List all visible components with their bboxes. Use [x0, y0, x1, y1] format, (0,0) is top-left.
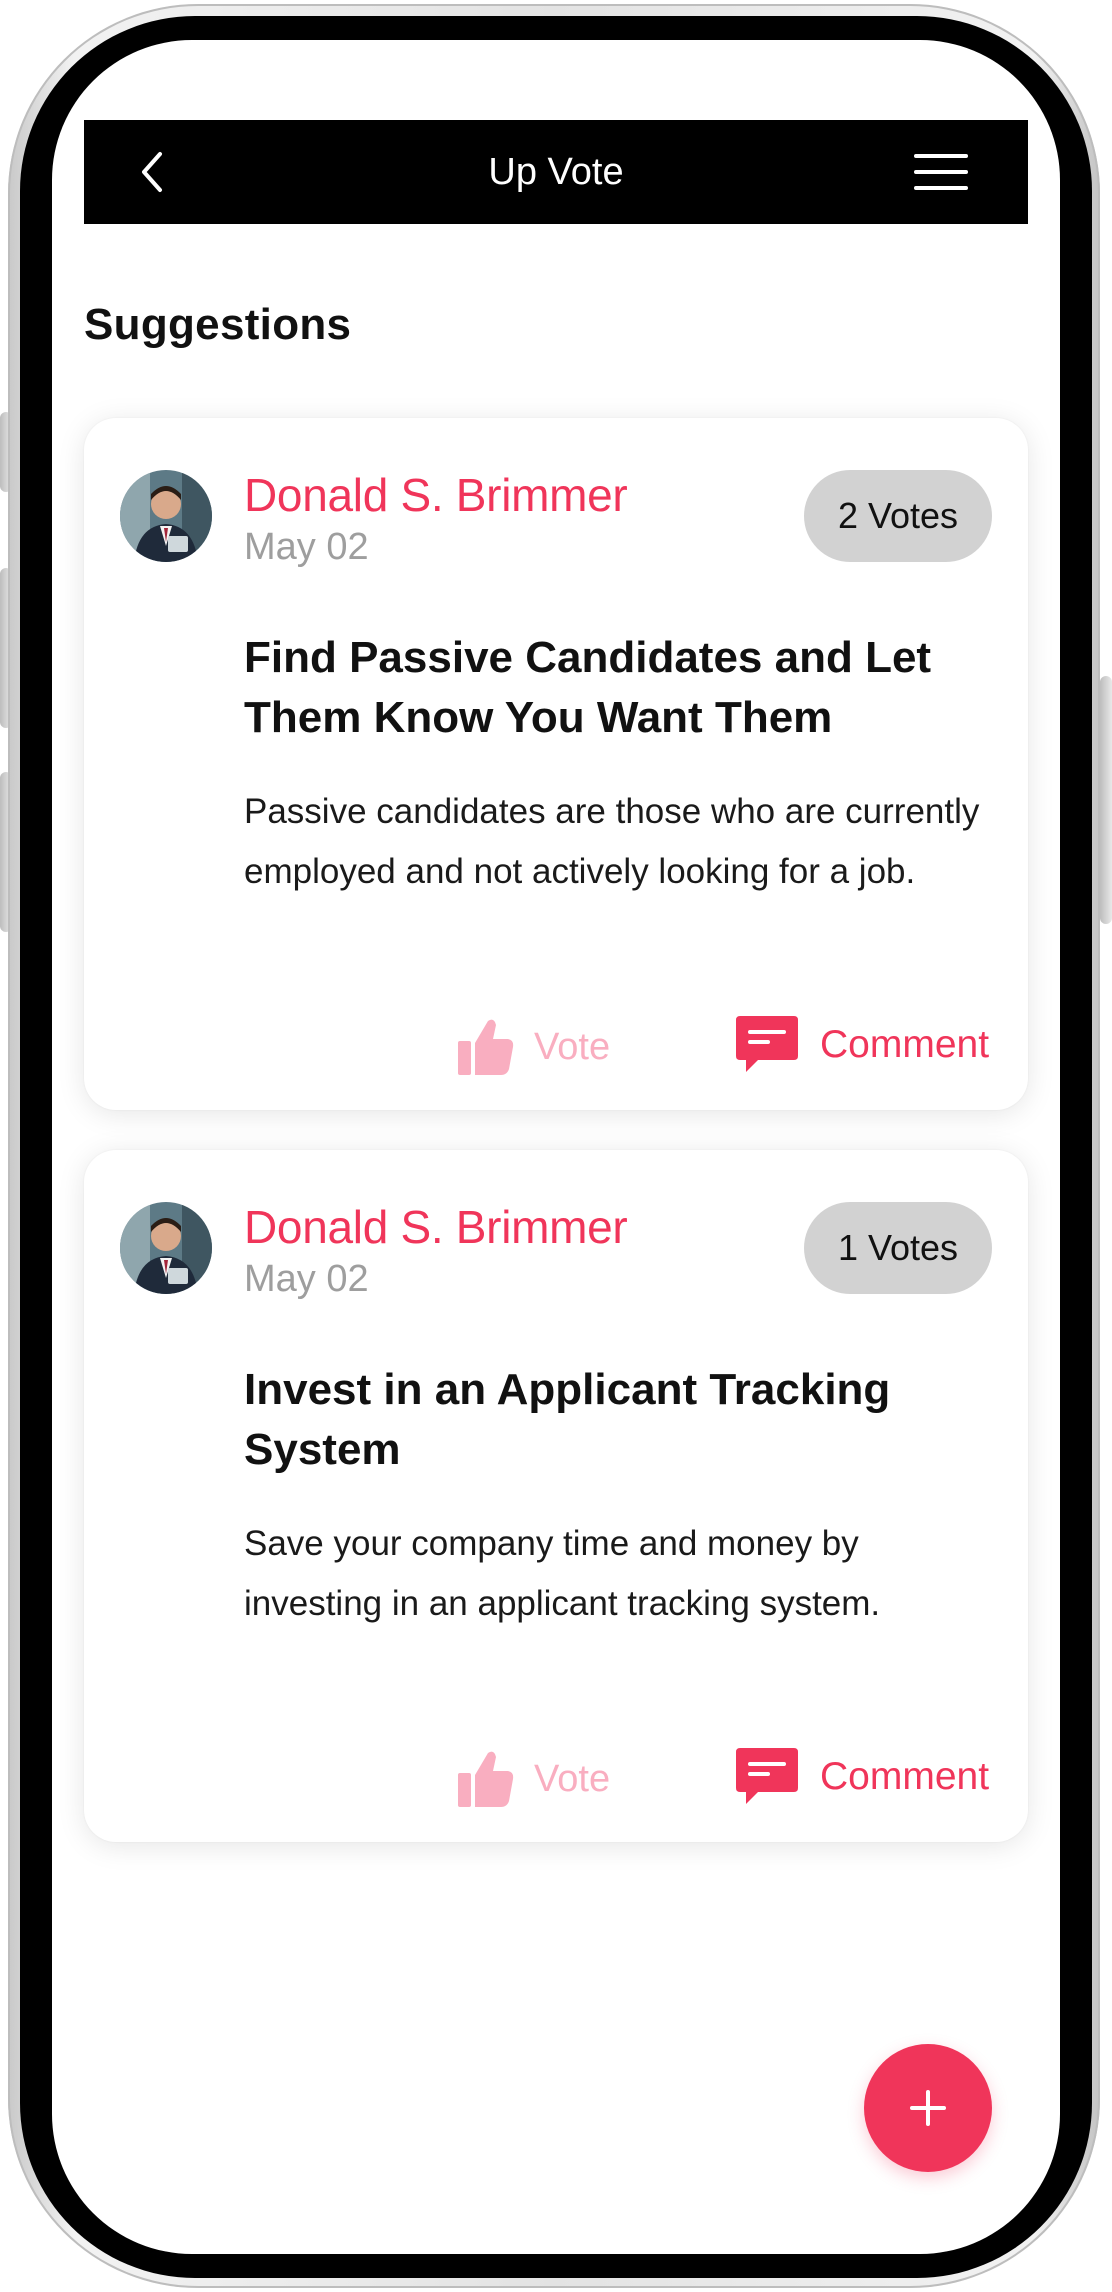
vote-button[interactable]: Vote	[458, 1744, 610, 1814]
avatar[interactable]	[120, 470, 212, 562]
comment-icon	[736, 1016, 798, 1072]
comment-icon	[736, 1748, 798, 1804]
avatar[interactable]	[120, 1202, 212, 1294]
thumbs-up-icon	[458, 1019, 514, 1075]
comment-button[interactable]: Comment	[736, 1010, 989, 1080]
section-title: Suggestions	[84, 300, 352, 349]
votes-badge: 2 Votes	[804, 470, 992, 562]
suggestion-description: Passive candidates are those who are cur…	[244, 792, 980, 891]
author-name[interactable]: Donald S. Brimmer	[244, 1200, 628, 1254]
thumbs-up-icon	[458, 1751, 514, 1807]
votes-badge: 1 Votes	[804, 1202, 992, 1294]
suggestion-card: Donald S. Brimmer May 02 2 Votes Find Pa…	[84, 418, 1028, 1110]
page-title: Up Vote	[488, 151, 624, 193]
suggestion-title: Invest in an Applicant Tracking System	[244, 1365, 891, 1474]
post-date: May 02	[244, 1258, 369, 1300]
vote-label: Vote	[534, 1025, 611, 1068]
comment-button[interactable]: Comment	[736, 1742, 989, 1812]
comment-label: Comment	[820, 1023, 990, 1066]
comment-label: Comment	[820, 1755, 990, 1798]
phone-screen	[52, 40, 1060, 2254]
phone-power-button	[1100, 676, 1112, 924]
suggestion-title: Find Passive Candidates and Let Them Kno…	[244, 633, 932, 742]
plus-icon	[910, 2090, 946, 2126]
author-name[interactable]: Donald S. Brimmer	[244, 468, 628, 522]
suggestion-description: Save your company time and money by inve…	[244, 1524, 881, 1623]
add-suggestion-button[interactable]	[864, 2044, 992, 2172]
vote-label: Vote	[534, 1757, 611, 1800]
vote-button[interactable]: Vote	[458, 1012, 610, 1082]
app-header: Up Vote	[84, 120, 1028, 224]
hamburger-menu-icon[interactable]	[914, 150, 968, 194]
suggestion-card: Donald S. Brimmer May 02 1 Votes Invest …	[84, 1150, 1028, 1842]
post-date: May 02	[244, 526, 369, 568]
